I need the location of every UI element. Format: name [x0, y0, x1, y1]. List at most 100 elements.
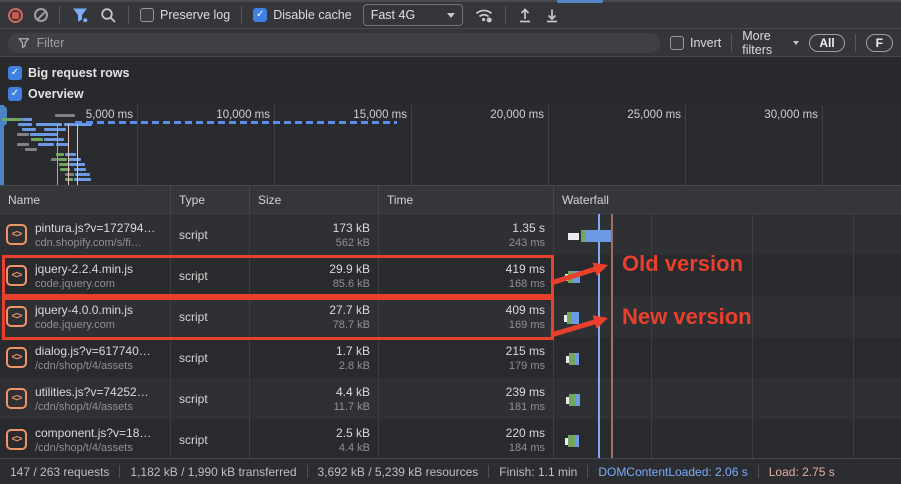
request-name: pintura.js?v=172794…	[35, 220, 156, 235]
request-name-cell[interactable]: <> jquery-4.0.0.min.js code.jquery.com	[0, 296, 170, 337]
overview-checkbox[interactable]: ✓ Overview	[8, 83, 893, 104]
disable-cache-label: Disable cache	[273, 8, 352, 22]
table-row[interactable]: <> utilities.js?v=74252…/cdn/shop/t/4/ass…	[0, 378, 901, 419]
checkbox-checked-icon: ✓	[8, 86, 22, 101]
size-content: 4.4 kB	[338, 441, 370, 454]
size-content: 2.8 kB	[338, 359, 370, 372]
overview-event-marker	[77, 124, 78, 185]
request-time-cell: 239 ms 181 ms	[378, 378, 553, 419]
import-har-icon[interactable]	[517, 7, 533, 23]
request-type-all-button[interactable]: All	[809, 33, 845, 52]
time-latency: 168 ms	[508, 277, 545, 290]
overview-request-bar	[30, 133, 58, 136]
column-header-time[interactable]: Time	[378, 186, 553, 213]
checkbox-unchecked-icon	[670, 35, 684, 50]
request-name-cell[interactable]: <> jquery-2.2.4.min.js code.jquery.com	[0, 255, 170, 296]
request-type-cell: script	[170, 255, 249, 296]
request-name: utilities.js?v=74252…	[35, 384, 149, 399]
request-type-cell: script	[170, 378, 249, 419]
network-conditions-icon[interactable]	[474, 6, 494, 24]
overview-tick-label: 20,000 ms	[490, 109, 544, 121]
status-requests: 147 / 263 requests	[10, 464, 110, 479]
invert-label: Invert	[690, 35, 722, 50]
search-icon[interactable]	[100, 7, 117, 24]
request-domain: code.jquery.com	[35, 318, 115, 331]
script-file-icon: <>	[6, 306, 27, 327]
chevron-down-icon	[793, 40, 800, 45]
overview-gridline	[822, 105, 823, 185]
request-name: jquery-4.0.0.min.js	[35, 302, 134, 317]
overview-gridline	[411, 105, 412, 185]
request-type-partial-button[interactable]: F	[865, 33, 893, 52]
request-time-cell: 409 ms 169 ms	[378, 296, 553, 337]
time-total: 239 ms	[505, 384, 545, 399]
request-domain: cdn.shopify.com/s/fi…	[35, 236, 142, 249]
status-resources: 3,692 kB / 5,239 kB resources	[317, 464, 479, 479]
overview-request-bar	[17, 143, 29, 146]
request-name-cell[interactable]: <> component.js?v=18…/cdn/shop/t/4/assets	[0, 419, 170, 458]
time-total: 220 ms	[505, 425, 545, 440]
overview-timeline[interactable]: 5,000 ms 10,000 ms 15,000 ms 20,000 ms 25,00…	[0, 105, 901, 186]
overview-request-bar	[38, 143, 54, 146]
overview-event-marker	[57, 124, 58, 185]
export-har-icon[interactable]	[544, 7, 560, 23]
column-header-size[interactable]: Size	[249, 186, 378, 213]
record-icon[interactable]	[8, 7, 23, 23]
record-icon-inner	[12, 11, 19, 19]
clear-icon[interactable]	[34, 8, 48, 22]
request-waterfall-cell	[553, 214, 901, 255]
filter-input-container[interactable]	[8, 32, 660, 53]
overview-request-bar	[65, 153, 76, 156]
more-filters-button[interactable]: More filters	[742, 29, 800, 57]
time-latency: 243 ms	[508, 236, 545, 249]
checkbox-checked-icon: ✓	[253, 8, 268, 22]
request-waterfall-cell	[553, 255, 901, 296]
request-size-cell: 27.7 kB 78.7 kB	[249, 296, 378, 337]
overview-handle-bar[interactable]	[0, 105, 4, 185]
size-content: 78.7 kB	[332, 318, 370, 331]
overview-request-bar	[18, 123, 32, 126]
overview-request-bar	[22, 128, 36, 131]
overview-event-marker	[68, 124, 69, 185]
table-row[interactable]: <> jquery-4.0.0.min.js code.jquery.com scri…	[0, 296, 901, 337]
preserve-log-checkbox[interactable]: Preserve log	[140, 8, 230, 22]
status-transferred: 1,182 kB / 1,990 kB transferred	[130, 464, 297, 479]
column-header-type[interactable]: Type	[170, 186, 249, 213]
overview-request-bar	[25, 148, 37, 151]
filter-input[interactable]	[36, 35, 650, 50]
size-transferred: 2.5 kB	[335, 425, 370, 440]
disable-cache-checkbox[interactable]: ✓ Disable cache	[253, 8, 352, 22]
column-header-name[interactable]: Name	[0, 186, 170, 213]
request-type-cell: script	[170, 419, 249, 458]
table-row[interactable]: <> jquery-2.2.4.min.js code.jquery.com scri…	[0, 255, 901, 296]
throttling-dropdown[interactable]: Fast 4G	[362, 4, 463, 26]
request-name-cell[interactable]: <> dialog.js?v=617740…/cdn/shop/t/4/asset…	[0, 337, 170, 378]
time-total: 409 ms	[505, 302, 545, 317]
request-name-cell[interactable]: <> utilities.js?v=74252…/cdn/shop/t/4/ass…	[0, 378, 170, 419]
size-content: 562 kB	[335, 236, 370, 249]
request-waterfall-cell	[553, 337, 901, 378]
big-request-rows-checkbox[interactable]: ✓ Big request rows	[8, 62, 893, 83]
filter-icon[interactable]	[71, 6, 89, 24]
overview-tick-label: 10,000 ms	[216, 109, 270, 121]
request-name-cell[interactable]: <> pintura.js?v=172794… cdn.shopify.com/s/…	[0, 214, 170, 255]
invert-checkbox[interactable]: Invert	[670, 35, 722, 50]
table-row[interactable]: <> component.js?v=18…/cdn/shop/t/4/assets…	[0, 419, 901, 458]
column-header-waterfall[interactable]: Waterfall	[553, 186, 901, 213]
time-latency: 169 ms	[508, 318, 545, 331]
overview-tick-label: 25,000 ms	[627, 109, 681, 121]
overview-request-bar	[58, 158, 67, 161]
status-bar: 147 / 263 requests 1,182 kB / 1,990 kB t…	[0, 458, 901, 484]
overview-request-bar	[36, 123, 62, 126]
status-finish: Finish: 1.1 min	[499, 464, 578, 479]
overview-request-bar	[65, 178, 73, 181]
time-total: 1.35 s	[512, 220, 545, 235]
table-row[interactable]: <> pintura.js?v=172794… cdn.shopify.com/s/…	[0, 214, 901, 255]
chevron-down-icon	[446, 12, 455, 18]
table-row[interactable]: <> dialog.js?v=617740…/cdn/shop/t/4/asset…	[0, 337, 901, 378]
size-content: 11.7 kB	[333, 400, 371, 413]
overview-gridline	[137, 105, 138, 185]
request-waterfall-cell	[553, 296, 901, 337]
filter-divider	[731, 33, 733, 52]
overview-pending-dashed-line	[75, 121, 397, 124]
